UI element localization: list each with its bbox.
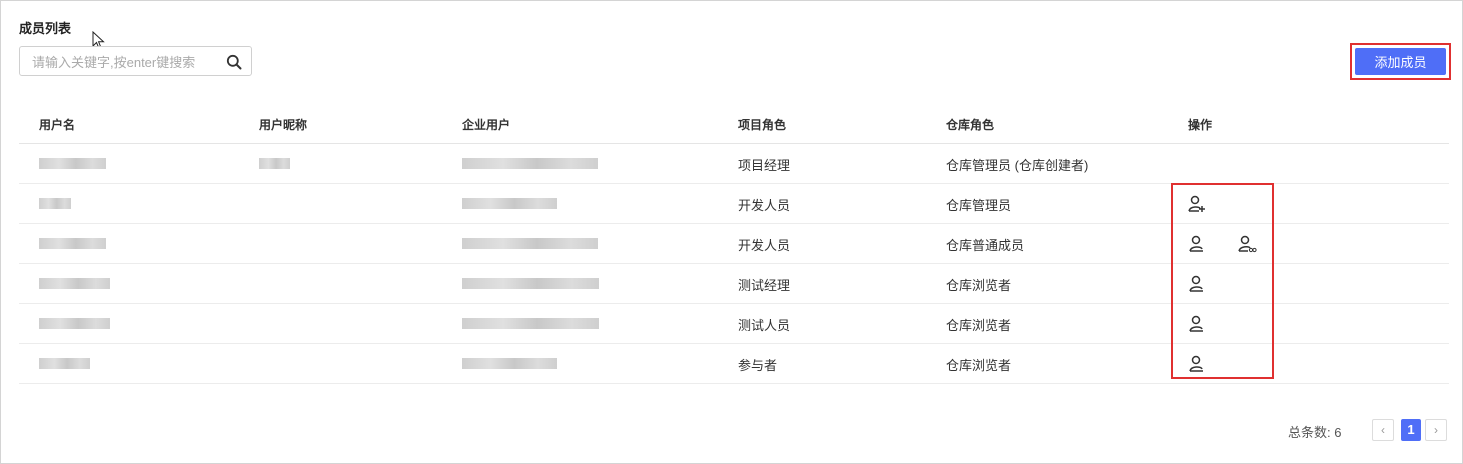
add-member-highlight: 添加成员 [1350,43,1451,80]
enterprise-user-redacted [462,278,599,289]
username-redacted [39,278,110,289]
search-icon[interactable] [226,54,242,70]
header-project-role: 项目角色 [738,118,787,132]
enterprise-user-redacted [462,238,598,249]
search-box [19,46,252,76]
total-count: 总条数: 6 [1288,425,1342,440]
username-redacted [39,158,106,169]
header-username: 用户名 [39,118,76,132]
project-role: 项目经理 [738,158,791,173]
project-role: 开发人员 [738,198,791,213]
enterprise-user-redacted [462,318,599,329]
enterprise-user-redacted [462,198,557,209]
repo-role: 仓库管理员 [946,198,1012,213]
next-page-button[interactable]: › [1425,419,1447,441]
enterprise-user-redacted [462,158,598,169]
username-redacted [39,238,106,249]
add-member-button[interactable]: 添加成员 [1355,48,1446,75]
repo-role: 仓库管理员 (仓库创建者) [946,158,1089,173]
nickname-redacted [259,158,290,169]
project-role: 测试人员 [738,318,791,333]
table-row: 项目经理 仓库管理员 (仓库创建者) [19,144,1449,184]
project-role: 测试经理 [738,278,791,293]
header-repo-role: 仓库角色 [946,118,995,132]
repo-role: 仓库浏览者 [946,358,1012,373]
enterprise-user-redacted [462,358,557,369]
page-title: 成员列表 [19,21,72,36]
repo-role: 仓库普通成员 [946,238,1025,253]
project-role: 参与者 [738,358,778,373]
table-header: 用户名 用户昵称 企业用户 项目角色 仓库角色 操作 [19,103,1449,144]
repo-role: 仓库浏览者 [946,318,1012,333]
header-nickname: 用户昵称 [259,118,308,132]
prev-page-button[interactable]: ‹ [1372,419,1394,441]
repo-role: 仓库浏览者 [946,278,1012,293]
project-role: 开发人员 [738,238,791,253]
username-redacted [39,318,110,329]
header-enterprise-user: 企业用户 [462,118,511,132]
username-redacted [39,198,71,209]
username-redacted [39,358,90,369]
header-actions: 操作 [1188,118,1213,132]
page-number-current[interactable]: 1 [1401,419,1421,441]
actions-highlight [1171,183,1274,379]
search-input[interactable] [32,53,222,71]
